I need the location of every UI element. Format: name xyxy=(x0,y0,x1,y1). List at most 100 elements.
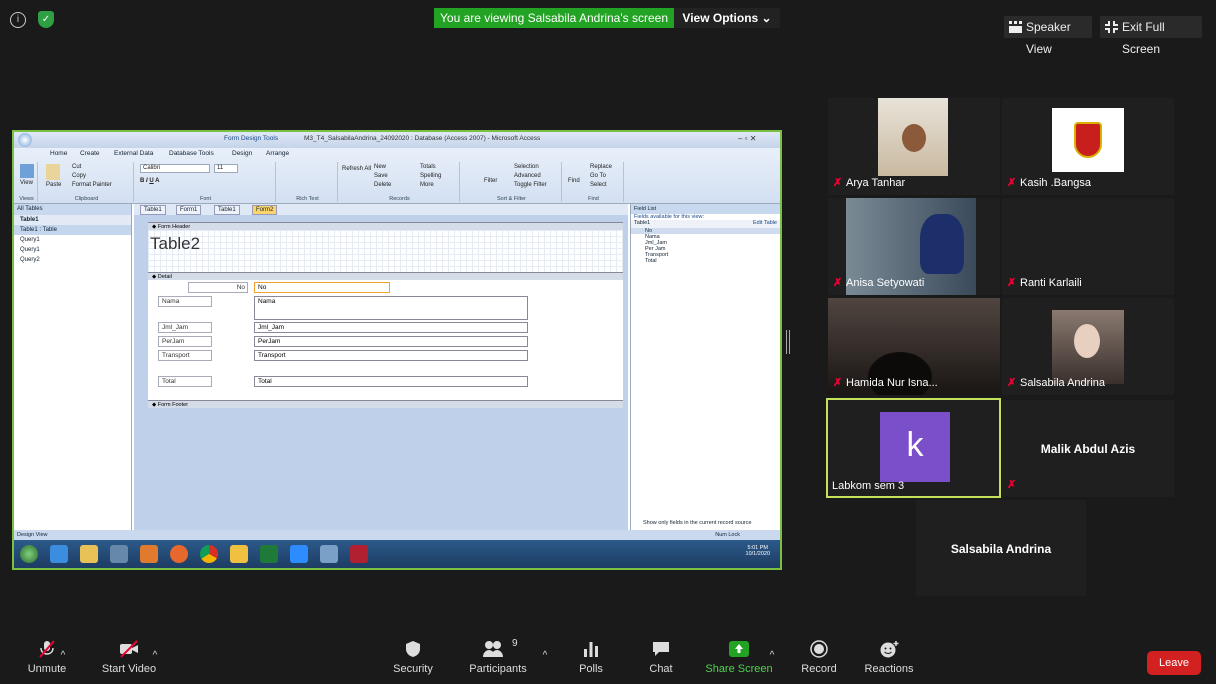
access-app-icon[interactable] xyxy=(350,545,368,563)
ribbon-tab-home[interactable]: Home xyxy=(50,150,67,157)
exit-full-screen-button[interactable]: Exit Full Screen xyxy=(1100,16,1202,56)
spelling-button[interactable]: Spelling xyxy=(420,173,441,179)
participant-tile[interactable]: ✗ Hamida Nur Isna... xyxy=(828,298,1000,395)
field-label-perjam[interactable]: PerJam xyxy=(158,336,212,347)
font-name-box[interactable]: Calibri xyxy=(140,164,210,173)
doc-tab-table1-b[interactable]: Table1 xyxy=(214,205,240,215)
field-box-jml-jam[interactable]: Jml_Jam xyxy=(254,322,528,333)
nav-item-query1-b[interactable]: Query1 xyxy=(14,245,131,255)
advanced-button[interactable]: Advanced xyxy=(514,173,541,179)
copy-button[interactable]: Copy xyxy=(72,173,86,179)
excel-icon[interactable] xyxy=(260,545,278,563)
cut-button[interactable]: Cut xyxy=(72,164,81,170)
record-button[interactable]: Record xyxy=(784,640,854,675)
encryption-shield-icon[interactable]: ✓ xyxy=(38,11,54,28)
participant-tile[interactable]: ✗ Ranti Karlaili xyxy=(1002,198,1174,295)
video-options-chevron-icon[interactable]: ^ xyxy=(150,650,160,661)
zoom-app-icon[interactable] xyxy=(290,545,308,563)
show-only-fields-link[interactable]: Show only fields in the current record s… xyxy=(643,520,752,526)
participant-tile[interactable]: Malik Abdul Azis ✗ xyxy=(1002,400,1174,497)
save-record-button[interactable]: Save xyxy=(374,173,388,179)
reactions-button[interactable]: Reactions xyxy=(854,640,924,675)
selection-button[interactable]: Selection xyxy=(514,164,539,170)
audio-options-chevron-icon[interactable]: ^ xyxy=(58,650,68,661)
delete-record-button[interactable]: Delete xyxy=(374,182,391,188)
field-box-total[interactable]: Total xyxy=(254,376,528,387)
media-icon[interactable] xyxy=(140,545,158,563)
select-button[interactable]: Select xyxy=(590,182,607,188)
new-record-button[interactable]: New xyxy=(374,164,386,170)
security-button[interactable]: Security xyxy=(378,640,448,675)
folder-icon[interactable] xyxy=(80,545,98,563)
nav-item-query2[interactable]: Query2 xyxy=(14,255,131,265)
share-screen-button[interactable]: Share Screen xyxy=(704,640,774,675)
form-title-label[interactable]: Table2 xyxy=(150,234,200,254)
office-button-icon[interactable] xyxy=(18,133,32,147)
ribbon-tab-arrange[interactable]: Arrange xyxy=(266,150,289,157)
ribbon-tab-create[interactable]: Create xyxy=(80,150,100,157)
ribbon-tab-external-data[interactable]: External Data xyxy=(114,150,153,157)
participant-tile[interactable]: ✗ Arya Tanhar xyxy=(828,98,1000,195)
ie-icon[interactable] xyxy=(50,545,68,563)
participant-tile[interactable]: Salsabila Andrina xyxy=(916,500,1086,596)
chrome-icon[interactable] xyxy=(200,545,218,563)
participant-tile[interactable]: ✗ Salsabila Andrina xyxy=(1002,298,1174,395)
network-icon[interactable] xyxy=(110,545,128,563)
replace-button[interactable]: Replace xyxy=(590,164,612,170)
doc-tab-table1[interactable]: Table1 xyxy=(140,205,166,215)
field-label-total[interactable]: Total xyxy=(158,376,212,387)
security-app-icon[interactable] xyxy=(230,545,248,563)
display-icon[interactable] xyxy=(320,545,338,563)
window-controls[interactable]: – ▫ ✕ xyxy=(738,134,756,143)
form-header-bar[interactable]: ◆ Form Header xyxy=(148,222,623,230)
info-icon[interactable]: i xyxy=(10,12,26,28)
view-options-button[interactable]: View Options ⌄ xyxy=(674,8,780,28)
detail-bar[interactable]: ◆ Detail xyxy=(148,272,623,280)
chat-button[interactable]: Chat xyxy=(626,640,696,675)
field-label-jml-jam[interactable]: Jml_Jam xyxy=(158,322,212,333)
field-box-no[interactable]: No xyxy=(254,282,390,293)
nav-group-table1[interactable]: Table1 xyxy=(14,215,131,225)
toggle-filter-button[interactable]: Toggle Filter xyxy=(514,182,547,188)
speaker-view-button[interactable]: Speaker View xyxy=(1004,16,1092,56)
nav-header[interactable]: All Tables xyxy=(14,204,131,215)
doc-tab-form1[interactable]: Form1 xyxy=(176,205,202,215)
leave-button[interactable]: Leave xyxy=(1147,651,1201,675)
view-icon[interactable] xyxy=(19,164,34,178)
field-label-nama[interactable]: Nama xyxy=(158,296,212,307)
ribbon-tab-design[interactable]: Design xyxy=(232,150,252,157)
field-label-no[interactable]: No xyxy=(188,282,248,293)
nav-item-query1[interactable]: Query1 xyxy=(14,235,131,245)
field-box-transport[interactable]: Transport xyxy=(254,350,528,361)
nav-item-table1[interactable]: Table1 : Table xyxy=(14,225,131,235)
unmute-button[interactable]: Unmute xyxy=(12,640,82,675)
totals-button[interactable]: Totals xyxy=(420,164,436,170)
find-button[interactable]: Find xyxy=(568,178,580,184)
more-button[interactable]: More xyxy=(420,182,434,188)
participant-tile[interactable]: ✗ Anisa Setyowati xyxy=(828,198,1000,295)
field-list-item[interactable]: Total xyxy=(631,258,780,264)
system-clock[interactable]: 5:01 PM 10/1/2020 xyxy=(746,545,770,557)
participant-tile[interactable]: ✗ Kasih .Bangsa xyxy=(1002,98,1174,195)
form-footer-bar[interactable]: ◆ Form Footer xyxy=(148,400,623,408)
participants-button[interactable]: 9 Participants xyxy=(458,638,538,675)
edit-table-link[interactable]: Edit Table xyxy=(753,220,777,226)
split-resize-handle[interactable] xyxy=(786,330,790,354)
field-list-table-row[interactable]: Table1 Edit Table xyxy=(631,220,780,228)
active-speaker-tile[interactable]: k Labkom sem 3 xyxy=(826,398,1001,498)
field-box-perjam[interactable]: PerJam xyxy=(254,336,528,347)
share-screen-chevron-icon[interactable]: ^ xyxy=(767,650,777,661)
participants-chevron-icon[interactable]: ^ xyxy=(540,650,550,661)
firefox-icon[interactable] xyxy=(170,545,188,563)
filter-button[interactable]: Filter xyxy=(484,178,497,184)
doc-tab-form2[interactable]: Form2 xyxy=(252,205,278,215)
field-label-transport[interactable]: Transport xyxy=(158,350,212,361)
start-button-icon[interactable] xyxy=(20,545,38,563)
refresh-all-button[interactable]: Refresh All xyxy=(342,166,371,172)
format-painter-button[interactable]: Format Painter xyxy=(72,182,112,188)
field-box-nama[interactable]: Nama xyxy=(254,296,528,320)
font-size-box[interactable]: 11 xyxy=(214,164,238,173)
polls-button[interactable]: Polls xyxy=(556,640,626,675)
paste-icon[interactable] xyxy=(46,164,60,180)
bold-italic-underline-buttons[interactable]: B I U A xyxy=(140,178,159,184)
